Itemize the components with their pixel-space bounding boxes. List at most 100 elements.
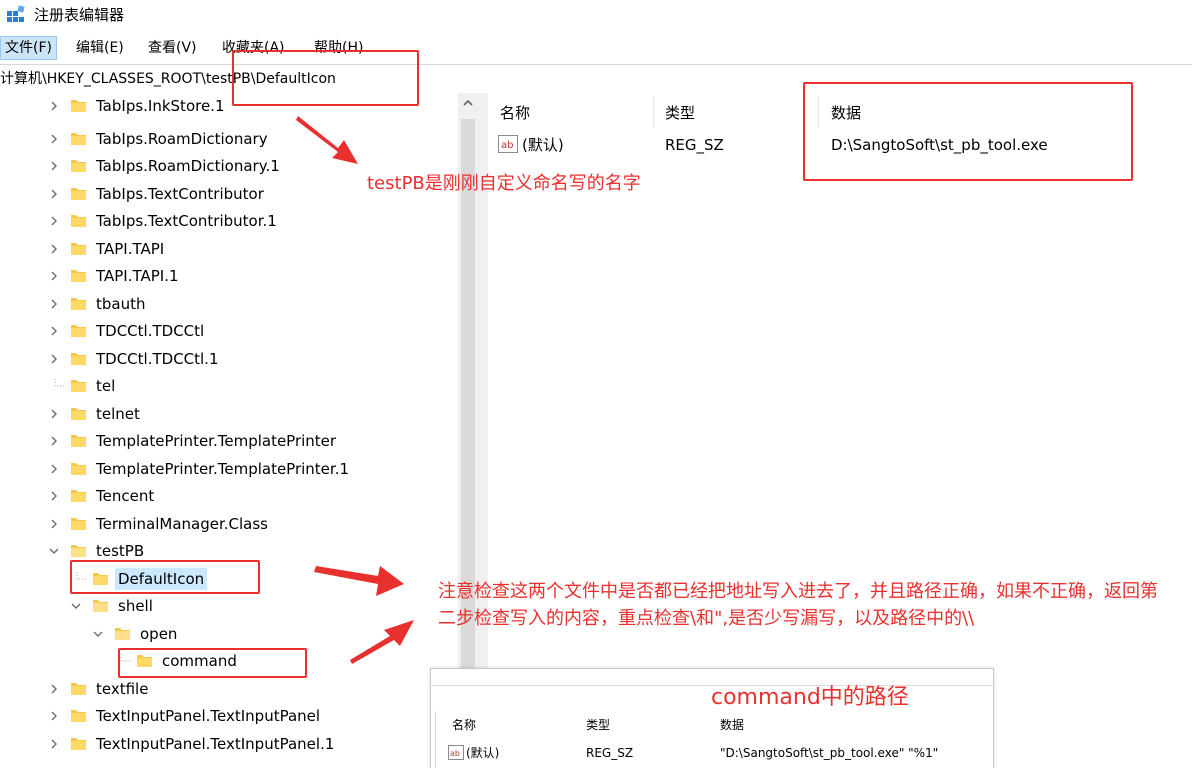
tree-item[interactable]: TDCCtl.TDCCtl.1 [0,346,458,372]
inset-column-type: 类型 [586,718,611,732]
chevron-right-icon[interactable] [48,682,60,696]
menu-view[interactable]: 查看(V) [144,37,201,59]
highlight-command-box [118,648,307,678]
tree-item-label: TAPI.TAPI [96,240,165,258]
folder-icon [71,188,86,200]
tree-item[interactable]: TabIps.RoamDictionary [0,126,458,152]
tree-item-label: telnet [96,405,140,423]
folder-open-icon [71,545,86,557]
tree-item-label: TDCCtl.TDCCtl [96,322,205,340]
chevron-right-icon[interactable] [48,737,60,751]
value-type: REG_SZ [665,136,724,154]
tree-item-label: TAPI.TAPI.1 [96,267,179,285]
folder-icon [71,133,86,145]
title-bar: 注册表编辑器 [0,0,1192,30]
folder-icon [71,408,86,420]
tree-item[interactable]: telnet [0,401,458,427]
inset-value-type: REG_SZ [586,746,634,760]
chevron-right-icon[interactable] [48,489,60,503]
tree-item-label: open [140,625,178,643]
tree-item[interactable]: TAPI.TAPI [0,236,458,262]
folder-icon [71,215,86,227]
chevron-right-icon[interactable] [48,242,60,256]
inset-value-data: "D:\SangtoSoft\st_pb_tool.exe" "%1" [720,746,939,760]
chevron-right-icon[interactable] [48,462,60,476]
folder-icon [71,435,86,447]
tree-item[interactable]: TemplatePrinter.TemplatePrinter [0,428,458,454]
chevron-right-icon[interactable] [48,517,60,531]
folder-icon [71,100,86,112]
highlight-defaulticon-box [70,560,260,594]
tree-item-label: TemplatePrinter.TemplatePrinter.1 [96,460,350,478]
tree-item[interactable]: TDCCtl.TDCCtl [0,318,458,344]
registry-editor-window: 注册表编辑器 文件(F) 编辑(E) 查看(V) 收藏夹(A) 帮助(H) 计算… [0,0,1192,768]
inset-command-screenshot: 名称 类型 数据 ab (默认) REG_SZ "D:\SangtoSoft\s… [430,668,994,768]
tree-item[interactable]: Tencent [0,483,458,509]
scrollbar-thumb[interactable] [461,119,475,759]
tree-item[interactable]: TemplatePrinter.TemplatePrinter.1 [0,456,458,482]
annotation-note-testpb: testPB是刚刚自定义命名写的名字 [367,173,641,194]
chevron-down-icon[interactable] [70,599,82,613]
tree-item[interactable]: textfile [0,676,458,702]
chevron-right-icon[interactable] [48,324,60,338]
column-separator[interactable] [653,97,654,127]
folder-icon [71,160,86,172]
tree-item-label: tbauth [96,295,146,313]
value-name[interactable]: (默认) [522,135,564,155]
folder-icon [71,298,86,310]
chevron-right-icon[interactable] [48,352,60,366]
tree-item-shell[interactable]: shell [0,593,458,619]
tree-item-label: testPB [96,542,145,560]
highlight-data-box [803,82,1133,181]
tree-item[interactable]: TAPI.TAPI.1 [0,263,458,289]
tree-item-label: TerminalManager.Class [96,515,268,533]
tree-item[interactable]: TextInputPanel.TextInputPanel.1 [0,731,458,757]
inset-annotation-title: command中的路径 [711,685,909,710]
tree-item-label: shell [118,597,153,615]
folder-icon [71,710,86,722]
tree-item[interactable]: tbauth [0,291,458,317]
highlight-address-box [232,50,419,106]
chevron-right-icon[interactable] [48,99,60,113]
chevron-right-icon[interactable] [48,269,60,283]
column-header-name[interactable]: 名称 [500,103,530,123]
tree-item-open[interactable]: open [0,621,458,647]
chevron-down-icon[interactable] [92,627,104,641]
chevron-right-icon[interactable] [48,407,60,421]
inset-column-name: 名称 [452,718,477,732]
chevron-down-icon[interactable] [48,544,60,558]
chevron-right-icon[interactable] [48,709,60,723]
chevron-right-icon[interactable] [48,214,60,228]
chevron-right-icon[interactable] [48,159,60,173]
folder-open-icon [115,628,130,640]
folder-icon [71,353,86,365]
tree-item-label: Tencent [96,487,155,505]
tree-item[interactable]: TerminalManager.Class [0,511,458,537]
chevron-right-icon[interactable] [48,434,60,448]
menu-bar: 文件(F) 编辑(E) 查看(V) 收藏夹(A) 帮助(H) [0,34,1192,62]
tree-item[interactable]: tel [0,373,458,399]
tree-item-label: TabIps.RoamDictionary [96,130,268,148]
folder-icon [71,380,86,392]
folder-icon [71,243,86,255]
window-title: 注册表编辑器 [34,6,125,24]
menu-file[interactable]: 文件(F) [0,36,57,60]
folder-icon [71,518,86,530]
inset-value-name: (默认) [466,746,500,760]
folder-open-icon [93,600,108,612]
svg-text:ab: ab [450,749,460,758]
inset-column-data: 数据 [720,718,745,732]
tree-item-label: tel [96,377,116,395]
chevron-right-icon[interactable] [48,297,60,311]
tree-item-label: TabIps.TextContributor [96,185,264,203]
tree-item-label: TabIps.InkStore.1 [96,97,225,115]
tree-item[interactable]: TabIps.TextContributor.1 [0,208,458,234]
chevron-right-icon[interactable] [48,132,60,146]
chevron-right-icon[interactable] [48,187,60,201]
chevron-up-icon[interactable] [462,97,474,109]
tree-item[interactable]: TextInputPanel.TextInputPanel [0,703,458,729]
tree-item-label: TDCCtl.TDCCtl.1 [96,350,219,368]
column-header-type[interactable]: 类型 [665,103,695,123]
string-value-icon: ab [448,745,464,760]
menu-edit[interactable]: 编辑(E) [72,37,128,59]
